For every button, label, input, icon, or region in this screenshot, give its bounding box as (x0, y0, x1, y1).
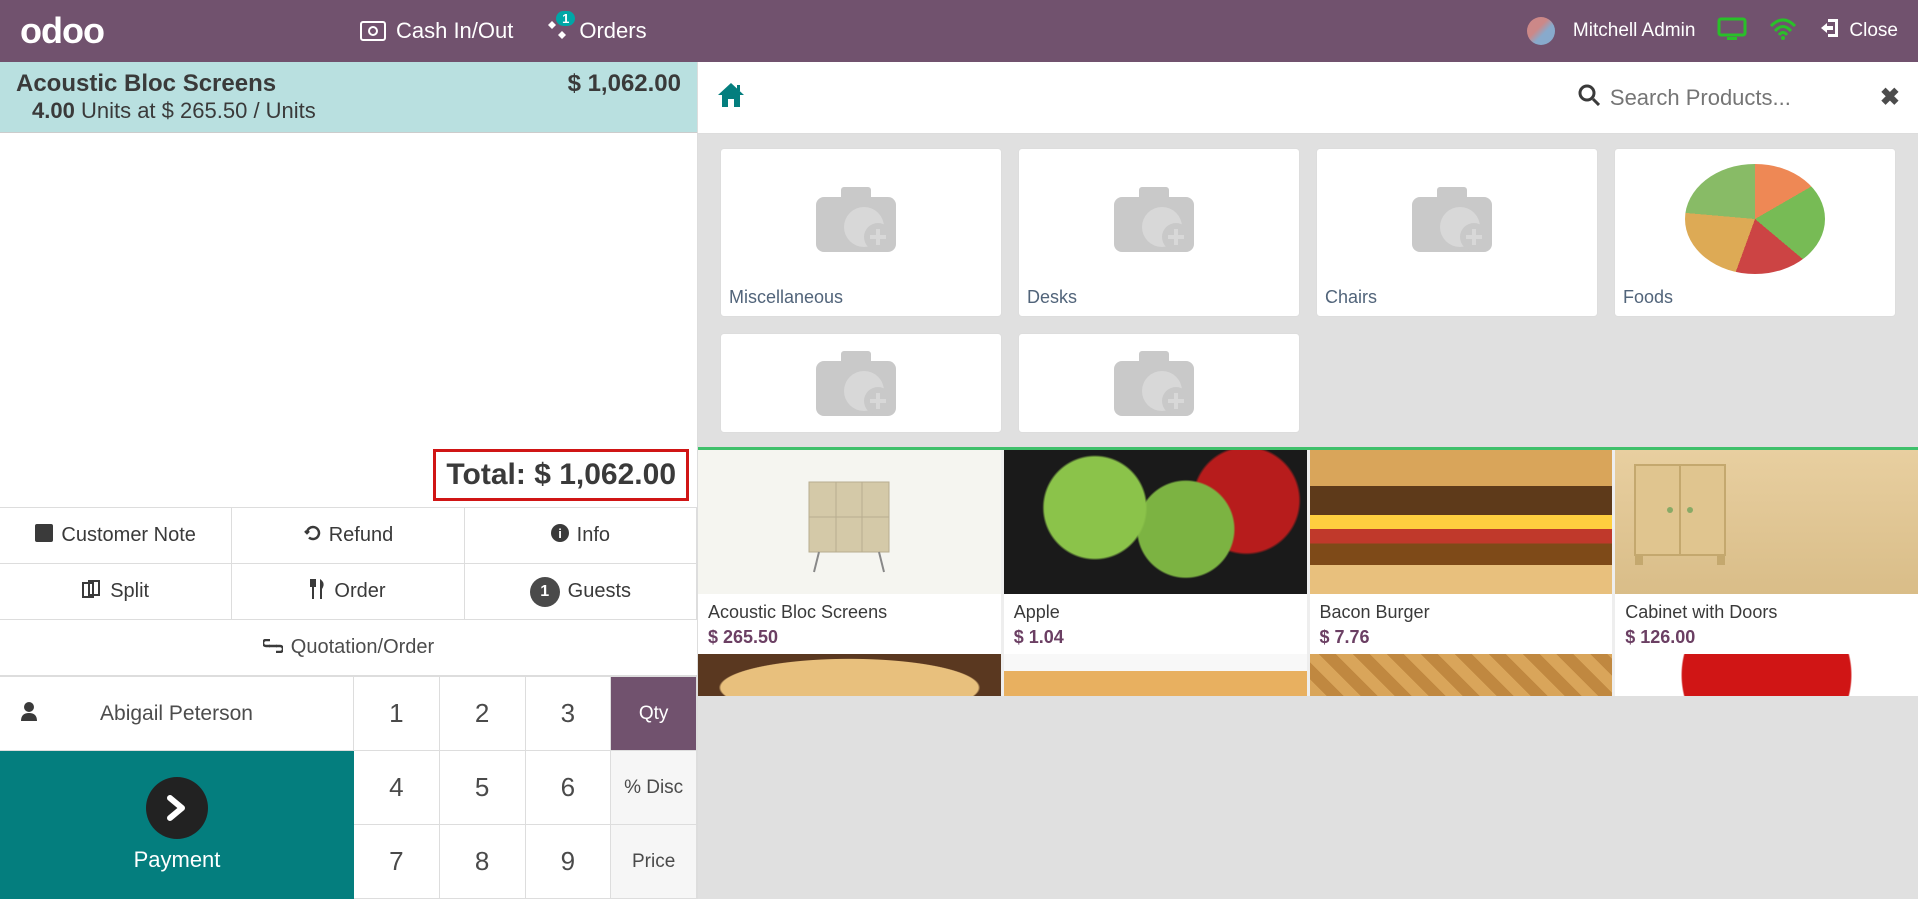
category-chairs[interactable]: Chairs (1316, 148, 1598, 317)
guests-count: 1 (530, 577, 560, 607)
category-label: Desks (1025, 283, 1293, 310)
product-cabinet-with-doors[interactable]: Cabinet with Doors $ 126.00 (1615, 450, 1918, 654)
product-panel: ✖ Miscellaneous Desks Chairs Foods (697, 62, 1918, 899)
product-image (1615, 450, 1918, 594)
order-panel: Acoustic Bloc Screens $ 1,062.00 4.00 Un… (0, 62, 697, 899)
orders-button[interactable]: 1 Orders (529, 18, 662, 44)
product-price: $ 1.04 (1004, 627, 1307, 648)
product-partial[interactable] (1004, 654, 1307, 696)
numpad-8[interactable]: 8 (440, 825, 526, 899)
product-grid: Acoustic Bloc Screens $ 265.50 Apple $ 1… (698, 450, 1918, 654)
food-image (1685, 164, 1825, 274)
numpad-qty-mode[interactable]: Qty (611, 677, 697, 751)
product-partial[interactable] (1310, 654, 1613, 696)
product-grid-row-partial (698, 654, 1918, 696)
cash-icon (360, 21, 386, 41)
product-partial[interactable] (1615, 654, 1918, 696)
product-apple[interactable]: Apple $ 1.04 (1004, 450, 1307, 654)
order-line[interactable]: Acoustic Bloc Screens $ 1,062.00 4.00 Un… (0, 62, 697, 133)
quotation-order-button[interactable]: Quotation/Order (0, 620, 697, 676)
split-button[interactable]: Split (0, 564, 232, 620)
line-product-name: Acoustic Bloc Screens (16, 70, 276, 98)
customer-note-button[interactable]: Customer Note (0, 508, 232, 564)
line-detail: 4.00 Units at $ 265.50 / Units (16, 98, 681, 124)
undo-icon (303, 524, 321, 548)
category-misc[interactable]: Miscellaneous (720, 148, 1002, 317)
cash-label: Cash In/Out (396, 18, 513, 44)
numpad-1[interactable]: 1 (354, 677, 440, 751)
split-icon (82, 580, 102, 604)
payment-button[interactable]: Payment (0, 751, 354, 899)
brand-logo: odoo (20, 10, 104, 52)
numpad-price-mode[interactable]: Price (611, 825, 697, 899)
numpad-disc-mode[interactable]: % Disc (611, 751, 697, 825)
product-image (1004, 450, 1307, 594)
product-partial[interactable] (698, 654, 1001, 696)
svg-text:i: i (558, 526, 562, 541)
category-label: Foods (1621, 283, 1889, 310)
product-name: Acoustic Bloc Screens (698, 594, 1001, 627)
product-image (698, 450, 1001, 594)
refund-button[interactable]: Refund (232, 508, 464, 564)
person-icon (20, 701, 38, 727)
note-icon (35, 524, 53, 548)
category-label: Chairs (1323, 283, 1591, 310)
chevron-right-icon (146, 777, 208, 839)
user-name: Mitchell Admin (1573, 20, 1696, 42)
info-icon: i (551, 524, 569, 548)
product-price: $ 126.00 (1615, 627, 1918, 648)
product-price: $ 7.76 (1310, 627, 1613, 648)
product-price: $ 265.50 (698, 627, 1001, 648)
product-name: Apple (1004, 594, 1307, 627)
order-total: Total: $ 1,062.00 (433, 449, 689, 501)
orders-label: Orders (579, 18, 646, 44)
close-button[interactable]: Close (1819, 17, 1898, 45)
category-desks[interactable]: Desks (1018, 148, 1300, 317)
product-bacon-burger[interactable]: Bacon Burger $ 7.76 (1310, 450, 1613, 654)
close-label: Close (1849, 20, 1898, 42)
avatar (1527, 17, 1555, 45)
category-foods[interactable]: Foods (1614, 148, 1896, 317)
category-partial-2[interactable] (1018, 333, 1300, 433)
customer-button[interactable]: Abigail Peterson (0, 677, 354, 751)
search-bar: ✖ (698, 62, 1918, 134)
product-name: Bacon Burger (1310, 594, 1613, 627)
numpad-2[interactable]: 2 (440, 677, 526, 751)
category-grid: Miscellaneous Desks Chairs Foods (698, 134, 1918, 447)
guests-button[interactable]: 1 Guests (465, 564, 697, 620)
user-menu[interactable]: Mitchell Admin (1527, 17, 1696, 45)
clear-search-icon[interactable]: ✖ (1880, 83, 1900, 112)
search-icon (1578, 84, 1600, 111)
topbar: odoo Cash In/Out 1 Orders Mitchell Admin (0, 0, 1918, 62)
numpad-5[interactable]: 5 (440, 751, 526, 825)
home-icon[interactable] (716, 81, 746, 114)
signout-icon (1819, 17, 1841, 45)
customer-name: Abigail Peterson (100, 702, 253, 726)
numpad-4[interactable]: 4 (354, 751, 440, 825)
product-name: Cabinet with Doors (1615, 594, 1918, 627)
search-input[interactable] (1610, 85, 1870, 111)
numpad-6[interactable]: 6 (526, 751, 612, 825)
cash-in-out-button[interactable]: Cash In/Out (344, 18, 529, 44)
numpad-7[interactable]: 7 (354, 825, 440, 899)
cutlery-icon (310, 579, 326, 605)
product-acoustic-bloc-screens[interactable]: Acoustic Bloc Screens $ 265.50 (698, 450, 1001, 654)
wifi-status-icon[interactable] (1769, 18, 1797, 45)
numpad-3[interactable]: 3 (526, 677, 612, 751)
category-label: Miscellaneous (727, 283, 995, 310)
payment-label: Payment (134, 847, 221, 873)
product-image (1310, 450, 1613, 594)
numpad-9[interactable]: 9 (526, 825, 612, 899)
info-button[interactable]: i Info (465, 508, 697, 564)
numpad: 1 2 3 Qty 4 5 6 % Disc 7 8 9 Price (354, 677, 697, 899)
orders-badge: 1 (556, 11, 575, 26)
screen-status-icon[interactable] (1717, 17, 1747, 46)
link-icon (263, 636, 283, 659)
order-button[interactable]: Order (232, 564, 464, 620)
control-pad: Customer Note Refund i Info Split Order … (0, 507, 697, 676)
line-total: $ 1,062.00 (568, 70, 681, 98)
category-partial-1[interactable] (720, 333, 1002, 433)
